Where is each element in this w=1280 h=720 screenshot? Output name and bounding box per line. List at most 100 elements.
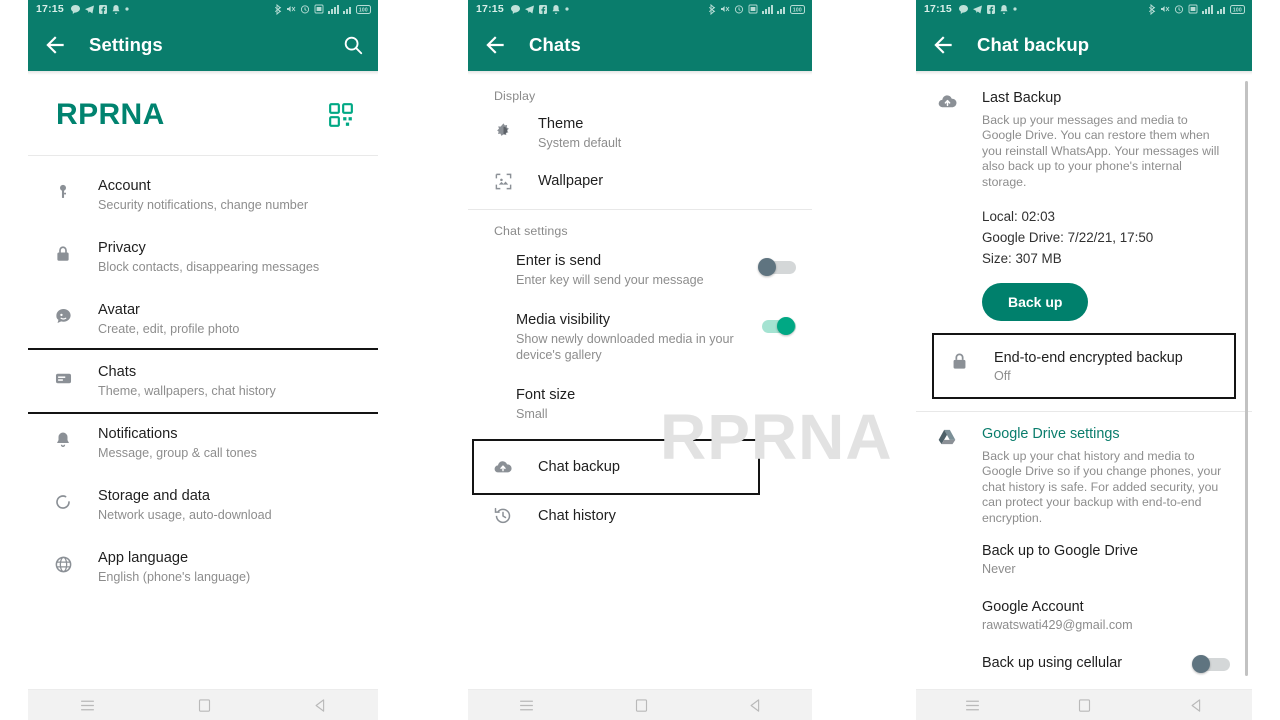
bluetooth-icon xyxy=(709,3,716,15)
lock-icon xyxy=(50,245,76,263)
status-bar-system-icons: 100 xyxy=(709,3,806,15)
option-title: Back up using cellular xyxy=(982,655,1122,672)
item-title: Notifications xyxy=(98,426,178,442)
back-arrow-icon[interactable] xyxy=(42,32,68,58)
storage-icon xyxy=(50,493,76,511)
item-subtitle: Small xyxy=(516,407,548,421)
sidebar-item-text: Account Security notifications, change n… xyxy=(98,177,362,213)
sidebar-item-chats[interactable]: Chats Theme, wallpapers, chat history xyxy=(28,348,378,414)
item-title: Chat history xyxy=(538,508,616,524)
status-bar-system-icons: 100 xyxy=(275,3,372,15)
sidebar-item-account[interactable]: Account Security notifications, change n… xyxy=(28,164,378,226)
chats-item-chat-history[interactable]: Chat history xyxy=(468,493,812,539)
profile-header[interactable]: RPRNA xyxy=(28,75,378,156)
search-icon[interactable] xyxy=(342,34,364,56)
back-up-button[interactable]: Back up xyxy=(982,283,1089,322)
item-subtitle: Enter key will send your message xyxy=(516,273,704,287)
option-title: Google Account xyxy=(982,599,1084,616)
google-drive-settings-block: Google Drive settings Back up your chat … xyxy=(916,412,1252,526)
status-bar-time: 17:15 xyxy=(36,3,64,15)
dot-icon xyxy=(565,7,569,11)
app-bar-chats: Chats xyxy=(468,18,812,71)
page-title: Settings xyxy=(89,33,163,55)
alarm-icon xyxy=(300,5,310,14)
back-arrow-icon[interactable] xyxy=(482,32,508,58)
sim-icon xyxy=(748,4,758,14)
svg-text:100: 100 xyxy=(1233,7,1242,13)
sidebar-item-privacy[interactable]: Privacy Block contacts, disappearing mes… xyxy=(28,226,378,288)
chats-item-media-visibility[interactable]: Media visibility Show newly downloaded m… xyxy=(468,301,812,376)
screenshot-stage: 17:15 100 Settings RPRNA Account Securit… xyxy=(0,0,1280,720)
wallpaper-icon xyxy=(490,172,516,191)
chats-item-text: Wallpaper xyxy=(538,172,796,190)
chats-item-enter-is-send[interactable]: Enter is send Enter key will send your m… xyxy=(468,244,812,301)
bell-icon xyxy=(552,4,560,14)
item-title: Storage and data xyxy=(98,488,210,504)
last-backup-size: Size: 307 MB xyxy=(982,251,1062,267)
phone-screen-chat-backup: 17:15 100 Chat backup Last Backup Back u… xyxy=(916,0,1252,720)
option-text: Google Account rawatswati429@gmail.com xyxy=(982,598,1238,632)
phone-screen-settings: 17:15 100 Settings RPRNA Account Securit… xyxy=(28,0,378,720)
sidebar-item-avatar[interactable]: Avatar Create, edit, profile photo xyxy=(28,288,378,350)
chats-item-text: Chat history xyxy=(538,507,796,525)
mute-icon xyxy=(1161,6,1170,12)
chats-icon xyxy=(50,369,76,388)
section-label-chat-settings: Chat settings xyxy=(494,224,568,238)
recents-icon[interactable] xyxy=(79,697,96,714)
chat-bubble-icon xyxy=(510,4,520,14)
vertical-scrollbar[interactable] xyxy=(1245,81,1248,676)
back-up-using-cellular-toggle[interactable] xyxy=(1192,654,1230,674)
google-account-row[interactable]: Google Account rawatswati429@gmail.com xyxy=(916,582,1252,638)
sidebar-item-text: Privacy Block contacts, disappearing mes… xyxy=(98,239,362,275)
app-bar-settings: Settings xyxy=(28,18,378,71)
chats-item-text: Theme System default xyxy=(538,115,796,151)
toggle-knob xyxy=(758,258,776,276)
chats-item-text: Chat backup xyxy=(538,458,758,476)
recents-icon[interactable] xyxy=(964,697,981,714)
android-nav-bar xyxy=(468,689,812,720)
key-icon xyxy=(50,183,76,201)
option-text: Back up using cellular xyxy=(982,654,1192,672)
cloud-upload-icon xyxy=(934,91,960,321)
back-icon[interactable] xyxy=(748,698,763,713)
option-subtitle: Never xyxy=(982,562,1016,577)
toggle-knob xyxy=(777,317,795,335)
avatar-icon xyxy=(50,307,76,326)
sidebar-item-app-language[interactable]: App language English (phone's language) xyxy=(28,536,378,598)
item-title: Theme xyxy=(538,116,584,132)
e2e-text: End-to-end encrypted backup Off xyxy=(994,349,1224,383)
android-nav-bar xyxy=(28,689,378,720)
back-icon[interactable] xyxy=(1189,698,1204,713)
home-icon[interactable] xyxy=(197,698,212,713)
item-title: Enter is send xyxy=(516,253,602,269)
sidebar-item-storage-and-data[interactable]: Storage and data Network usage, auto-dow… xyxy=(28,474,378,536)
back-icon[interactable] xyxy=(313,698,328,713)
lock-icon xyxy=(946,352,972,371)
item-title: Chat backup xyxy=(538,459,620,475)
item-subtitle: Message, group & call tones xyxy=(98,446,257,460)
home-icon[interactable] xyxy=(634,698,649,713)
item-subtitle: Network usage, auto-download xyxy=(98,508,272,522)
qr-code-icon[interactable] xyxy=(328,102,354,128)
enter-is-send-toggle[interactable] xyxy=(758,257,796,277)
theme-icon xyxy=(490,121,516,140)
mute-icon xyxy=(287,6,296,12)
app-bar-chat-backup: Chat backup xyxy=(916,18,1252,71)
recents-icon[interactable] xyxy=(518,697,535,714)
back-up-to-google-drive-row[interactable]: Back up to Google Drive Never xyxy=(916,526,1252,582)
sidebar-item-text: Avatar Create, edit, profile photo xyxy=(98,301,362,337)
chat-backup-body: Last Backup Back up your messages and me… xyxy=(916,75,1252,701)
bluetooth-icon xyxy=(275,3,282,15)
facebook-icon xyxy=(986,4,995,14)
chats-item-wallpaper[interactable]: Wallpaper xyxy=(468,161,812,201)
chats-item-font-size[interactable]: Font size Small xyxy=(468,376,812,435)
option-title: Back up to Google Drive xyxy=(982,543,1138,560)
back-arrow-icon[interactable] xyxy=(930,32,956,58)
sidebar-item-notifications[interactable]: Notifications Message, group & call tone… xyxy=(28,412,378,474)
e2e-encrypted-backup-row[interactable]: End-to-end encrypted backup Off xyxy=(932,333,1236,400)
chats-item-chat-backup[interactable]: Chat backup xyxy=(472,439,760,495)
chats-item-theme[interactable]: Theme System default xyxy=(468,109,812,161)
home-icon[interactable] xyxy=(1077,698,1092,713)
media-visibility-toggle[interactable] xyxy=(758,316,796,336)
item-subtitle: English (phone's language) xyxy=(98,570,251,584)
